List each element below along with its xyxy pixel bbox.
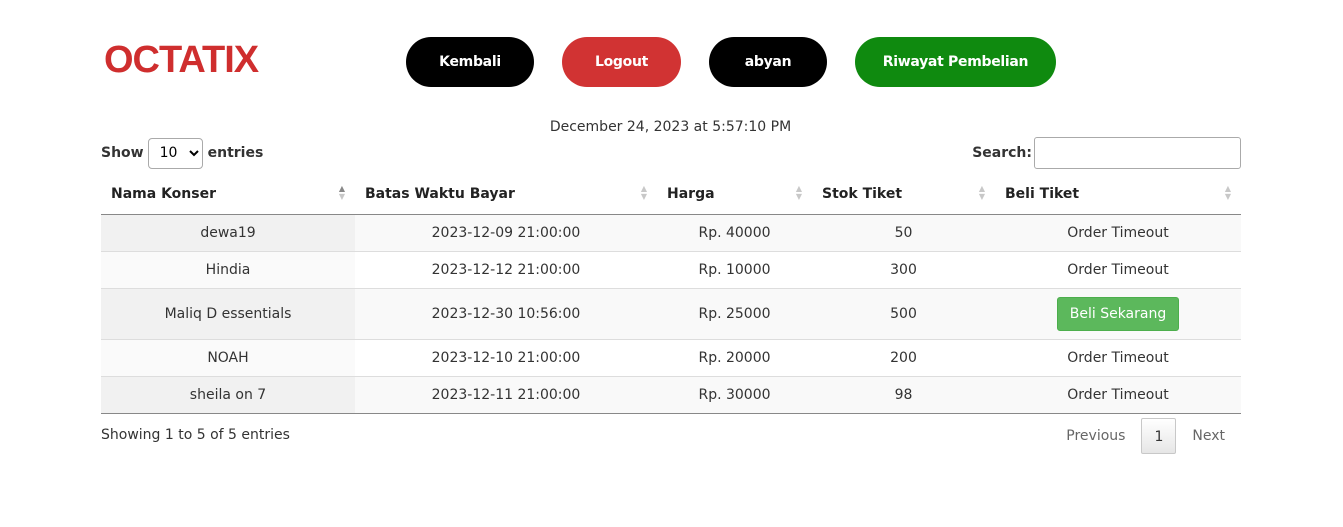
- price-cell: Rp. 30000: [657, 376, 812, 414]
- ticket-stock-cell: 500: [812, 288, 995, 340]
- ticket-stock-cell: 300: [812, 251, 995, 289]
- buy-cell: Beli Sekarang: [995, 288, 1241, 340]
- column-header-buy-ticket[interactable]: Beli Tiket ▲ ▼: [995, 174, 1241, 215]
- sort-icon: ▲ ▼: [978, 184, 985, 201]
- search-control: Search:: [972, 137, 1241, 169]
- ticket-stock-cell: 200: [812, 339, 995, 377]
- show-label: Show: [101, 145, 144, 161]
- concert-name-cell: Maliq D essentials: [101, 288, 355, 340]
- column-header-payment-deadline[interactable]: Batas Waktu Bayar ▲ ▼: [355, 174, 657, 215]
- next-page-button[interactable]: Next: [1176, 418, 1241, 454]
- table-row: sheila on 7 2023-12-11 21:00:00 Rp. 3000…: [101, 376, 1241, 414]
- table-row: Hindia 2023-12-12 21:00:00 Rp. 10000 300…: [101, 251, 1241, 289]
- concert-name-cell: dewa19: [101, 214, 355, 252]
- payment-deadline-cell: 2023-12-12 21:00:00: [355, 251, 657, 289]
- purchase-history-button[interactable]: Riwayat Pembelian: [855, 37, 1056, 87]
- payment-deadline-cell: 2023-12-09 21:00:00: [355, 214, 657, 252]
- price-cell: Rp. 40000: [657, 214, 812, 252]
- page-length-select[interactable]: 10: [147, 137, 203, 169]
- ticket-stock-cell: 98: [812, 376, 995, 414]
- price-cell: Rp. 10000: [657, 251, 812, 289]
- payment-deadline-cell: 2023-12-10 21:00:00: [355, 339, 657, 377]
- column-header-concert-name[interactable]: Nama Konser ▲ ▼: [101, 174, 355, 215]
- current-datetime: December 24, 2023 at 5:57:10 PM: [549, 119, 792, 135]
- column-header-label: Harga: [667, 185, 715, 202]
- logout-button[interactable]: Logout: [562, 37, 681, 87]
- payment-deadline-cell: 2023-12-11 21:00:00: [355, 376, 657, 414]
- table-header-row: Nama Konser ▲ ▼ Batas Waktu Bayar ▲ ▼ Harga ▲…: [101, 174, 1241, 215]
- table-row: Maliq D essentials 2023-12-30 10:56:00 R…: [101, 288, 1241, 340]
- sort-icon: ▲ ▼: [1224, 184, 1231, 201]
- page-1-button[interactable]: 1: [1141, 418, 1177, 454]
- sort-icon: ▲ ▼: [795, 184, 802, 201]
- pagination: Previous 1 Next: [1050, 418, 1241, 454]
- sort-icon: ▲ ▼: [640, 184, 647, 201]
- buy-now-button[interactable]: Beli Sekarang: [1056, 296, 1180, 331]
- concert-name-cell: sheila on 7: [101, 376, 355, 414]
- user-button[interactable]: abyan: [709, 37, 827, 87]
- column-header-label: Nama Konser: [111, 185, 216, 202]
- previous-page-button[interactable]: Previous: [1050, 418, 1141, 454]
- search-input[interactable]: [1034, 137, 1241, 169]
- price-cell: Rp. 25000: [657, 288, 812, 340]
- ticket-stock-cell: 50: [812, 214, 995, 252]
- octatix-logo: OCTATIX: [104, 39, 259, 81]
- column-header-label: Beli Tiket: [1005, 185, 1080, 202]
- search-label: Search:: [972, 145, 1032, 161]
- column-header-price[interactable]: Harga ▲ ▼: [657, 174, 812, 215]
- entries-label: entries: [207, 145, 264, 161]
- column-header-label: Stok Tiket: [822, 185, 903, 202]
- order-status-cell: Order Timeout: [995, 376, 1241, 414]
- page-length-control: Show 10 entries: [101, 137, 263, 169]
- sort-icon: ▲ ▼: [338, 184, 345, 201]
- payment-deadline-cell: 2023-12-30 10:56:00: [355, 288, 657, 340]
- order-status-cell: Order Timeout: [995, 251, 1241, 289]
- concert-table: Nama Konser ▲ ▼ Batas Waktu Bayar ▲ ▼ Harga ▲…: [101, 174, 1241, 414]
- price-cell: Rp. 20000: [657, 339, 812, 377]
- table-row: NOAH 2023-12-10 21:00:00 Rp. 20000 200 O…: [101, 339, 1241, 377]
- column-header-ticket-stock[interactable]: Stok Tiket ▲ ▼: [812, 174, 995, 215]
- back-button[interactable]: Kembali: [406, 37, 534, 87]
- concert-name-cell: NOAH: [101, 339, 355, 377]
- concert-name-cell: Hindia: [101, 251, 355, 289]
- column-header-label: Batas Waktu Bayar: [365, 185, 515, 202]
- order-status-cell: Order Timeout: [995, 339, 1241, 377]
- table-info: Showing 1 to 5 of 5 entries: [101, 427, 290, 443]
- order-status-cell: Order Timeout: [995, 214, 1241, 252]
- table-row: dewa19 2023-12-09 21:00:00 Rp. 40000 50 …: [101, 214, 1241, 252]
